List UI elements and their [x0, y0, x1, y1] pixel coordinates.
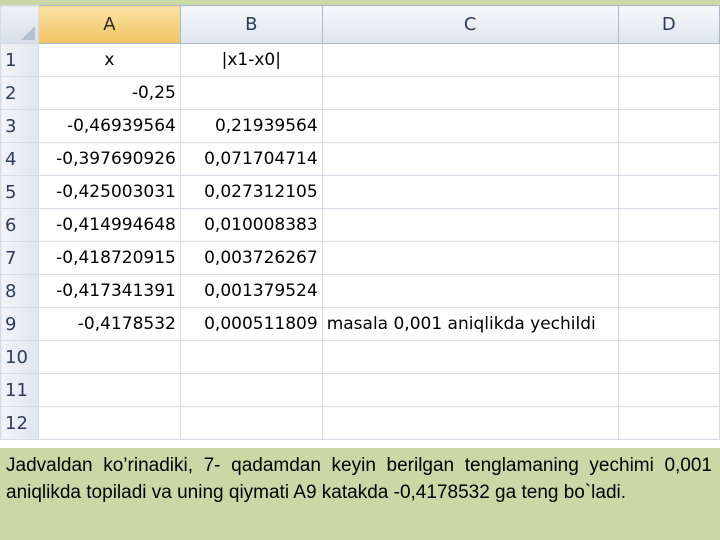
table-row: 9 -0,4178532 0,000511809 masala 0,001 aniql…: [0, 307, 720, 341]
cell-b[interactable]: 0,000511809: [179, 307, 323, 341]
row-header[interactable]: 5: [0, 175, 39, 209]
cell-d[interactable]: [617, 241, 720, 275]
cell-d[interactable]: [617, 340, 720, 374]
table-row: 4 -0,397690926 0,071704714: [0, 142, 720, 176]
cell-c[interactable]: [321, 241, 619, 275]
table-row: 6 -0,414994648 0,010008383: [0, 208, 720, 242]
cell-d[interactable]: [617, 175, 720, 209]
row-header[interactable]: 7: [0, 241, 39, 275]
column-header-a[interactable]: A: [37, 5, 181, 44]
cell-c[interactable]: [321, 109, 619, 143]
cell-d[interactable]: [617, 406, 720, 440]
cell-c[interactable]: masala 0,001 aniqlikda yechildi: [321, 307, 619, 341]
cell-a[interactable]: [37, 340, 181, 374]
row-header[interactable]: 8: [0, 274, 39, 308]
cell-c[interactable]: [321, 208, 619, 242]
spreadsheet: A B C D 1 x |x1-x0| 2 -0,25 3 -0,46939564 0,219…: [0, 0, 720, 448]
row-header[interactable]: 9: [0, 307, 39, 341]
cell-a[interactable]: -0,425003031: [37, 175, 181, 209]
cell-a[interactable]: -0,25: [37, 76, 181, 110]
cell-a[interactable]: -0,46939564: [37, 109, 181, 143]
row-header[interactable]: 6: [0, 208, 39, 242]
cell-a[interactable]: [37, 373, 181, 407]
cell-a[interactable]: -0,414994648: [37, 208, 181, 242]
cell-b[interactable]: |x1-x0|: [179, 43, 323, 77]
cell-d[interactable]: [617, 307, 720, 341]
row-header[interactable]: 3: [0, 109, 39, 143]
table-row: 7 -0,418720915 0,003726267: [0, 241, 720, 275]
cell-b[interactable]: [179, 406, 323, 440]
cell-a[interactable]: [37, 406, 181, 440]
table-row: 1 x |x1-x0|: [0, 43, 720, 77]
cell-b[interactable]: 0,071704714: [179, 142, 323, 176]
row-header[interactable]: 10: [0, 340, 39, 374]
table-row: 8 -0,417341391 0,001379524: [0, 274, 720, 308]
cell-a[interactable]: -0,418720915: [37, 241, 181, 275]
select-all-button[interactable]: [0, 5, 39, 44]
cell-d[interactable]: [617, 142, 720, 176]
cell-d[interactable]: [617, 109, 720, 143]
row-header[interactable]: 12: [0, 406, 39, 440]
select-all-triangle-icon: [20, 26, 35, 40]
column-header-b[interactable]: B: [179, 5, 323, 44]
spreadsheet-grid: A B C D 1 x |x1-x0| 2 -0,25 3 -0,46939564 0,219…: [0, 5, 720, 440]
cell-b[interactable]: 0,027312105: [179, 175, 323, 209]
row-header[interactable]: 1: [0, 43, 39, 77]
cell-b[interactable]: [179, 373, 323, 407]
table-row: 2 -0,25: [0, 76, 720, 110]
cell-b[interactable]: 0,003726267: [179, 241, 323, 275]
column-header-d[interactable]: D: [617, 5, 720, 44]
cell-d[interactable]: [617, 373, 720, 407]
cell-a[interactable]: -0,4178532: [37, 307, 181, 341]
table-row: 11: [0, 373, 720, 407]
cell-a[interactable]: -0,397690926: [37, 142, 181, 176]
cell-d[interactable]: [617, 76, 720, 110]
cell-a[interactable]: x: [37, 43, 181, 77]
cell-c[interactable]: [321, 175, 619, 209]
cell-c[interactable]: [321, 43, 619, 77]
cell-c[interactable]: [321, 406, 619, 440]
cell-c[interactable]: [321, 373, 619, 407]
cell-a[interactable]: -0,417341391: [37, 274, 181, 308]
cell-d[interactable]: [617, 274, 720, 308]
table-row: 3 -0,46939564 0,21939564: [0, 109, 720, 143]
cell-d[interactable]: [617, 208, 720, 242]
cell-c[interactable]: [321, 76, 619, 110]
cell-c[interactable]: [321, 274, 619, 308]
cell-b[interactable]: [179, 340, 323, 374]
table-row: 5 -0,425003031 0,027312105: [0, 175, 720, 209]
cell-c[interactable]: [321, 142, 619, 176]
table-row: 12: [0, 406, 720, 440]
slide-caption: Jadvaldan ko’rinadiki, 7- qadamdan keyin…: [6, 455, 712, 503]
cell-b[interactable]: [179, 76, 323, 110]
row-header[interactable]: 4: [0, 142, 39, 176]
cell-b[interactable]: 0,001379524: [179, 274, 323, 308]
cell-b[interactable]: 0,21939564: [179, 109, 323, 143]
cell-c[interactable]: [321, 340, 619, 374]
cell-b[interactable]: 0,010008383: [179, 208, 323, 242]
table-row: 10: [0, 340, 720, 374]
cell-d[interactable]: [617, 43, 720, 77]
row-header[interactable]: 11: [0, 373, 39, 407]
row-header[interactable]: 2: [0, 76, 39, 110]
column-header-c[interactable]: C: [321, 5, 619, 44]
